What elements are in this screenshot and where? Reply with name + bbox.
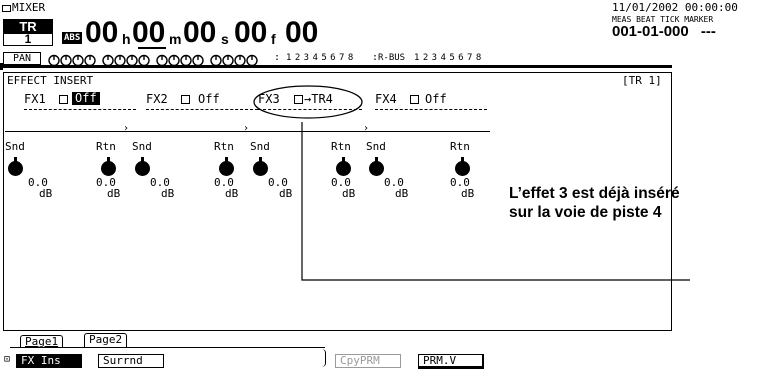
level-unit: dB <box>225 187 239 200</box>
annotation-text: L’effet 3 est déjà inséré sur la voie de… <box>509 184 769 222</box>
tc-m-unit: m <box>169 31 182 47</box>
tc-minutes: 00 <box>132 16 166 49</box>
fx3-send-knob[interactable] <box>253 157 268 176</box>
track-digits: 1 2 3 4 5 6 7 8 <box>286 53 353 63</box>
tab-page2-label: Page2 <box>89 333 123 346</box>
track-value-box: 1 <box>3 33 53 46</box>
fx-slot-2[interactable]: FX2 Off <box>146 92 258 114</box>
fx2-send-column: Snd 0.0 dB <box>132 141 184 201</box>
level-unit: dB <box>39 187 53 200</box>
tab-page2[interactable]: Page2 <box>84 333 128 348</box>
timecode-underline <box>138 47 166 49</box>
rtn-label: Rtn <box>96 140 116 153</box>
annotation-line-2: sur la voie de piste 4 <box>509 204 662 221</box>
fx2-return-column: Rtn 0.0 dB <box>208 141 248 201</box>
snd-label: Snd <box>132 140 152 153</box>
position-value: 001-01-000 <box>612 23 689 40</box>
pan-label-box[interactable]: PAN <box>3 52 41 65</box>
surround-button[interactable]: Surrnd <box>98 354 164 368</box>
fx-slot-1[interactable]: FX1 Off <box>24 92 136 114</box>
fx2-underline <box>146 109 258 110</box>
function-page-icon: ⊡ <box>4 354 11 365</box>
snd-label: Snd <box>250 140 270 153</box>
pan-knobs-row <box>48 52 268 71</box>
fx1-underline <box>24 109 136 110</box>
copy-param-button[interactable]: CpyPRM <box>335 354 401 368</box>
header-rule <box>0 65 672 68</box>
tc-h-unit: h <box>122 31 131 47</box>
fx2-return-knob[interactable] <box>219 157 234 176</box>
annotation-line-1: L’effet 3 est déjà inséré <box>509 185 680 202</box>
position-readout: 001-01-000 --- <box>612 24 716 40</box>
arrow-mark-2: › <box>243 123 250 134</box>
rbus-label: R-BUS <box>378 53 406 63</box>
level-unit: dB <box>107 187 121 200</box>
rtn-label: Rtn <box>214 140 234 153</box>
tc-hours: 00 <box>85 16 119 49</box>
tc-subframes: 00 <box>285 16 319 49</box>
fx1-value: Off <box>72 92 100 105</box>
fx1-send-knob[interactable] <box>8 157 23 176</box>
fx2-name: FX2 <box>146 92 168 106</box>
fx2-send-knob[interactable] <box>135 157 150 176</box>
pan-label: PAN <box>12 53 32 64</box>
pan-divider: : <box>274 52 281 63</box>
param-view-button[interactable]: PRM.V <box>418 354 484 369</box>
fx1-return-knob[interactable] <box>101 157 116 176</box>
marker-value: --- <box>700 23 716 40</box>
fx1-checkbox-icon <box>59 95 68 104</box>
tc-s-unit: s <box>221 31 229 47</box>
fx2-value: Off <box>198 92 220 106</box>
fx1-name: FX1 <box>24 92 46 106</box>
arrow-mark-1: › <box>123 123 130 134</box>
footer-rule <box>10 347 325 348</box>
tc-seconds: 00 <box>183 16 217 49</box>
tc-f-unit: f <box>271 31 276 47</box>
track-value: 1 <box>24 32 32 46</box>
header-rule-cap <box>0 63 3 70</box>
fx-ins-button[interactable]: FX Ins <box>16 354 82 368</box>
mixer-label: MIXER <box>12 1 46 14</box>
abs-badge: ABS <box>62 32 83 44</box>
fx1-send-column: Snd 0.0 dB <box>5 141 57 201</box>
rbus-digits: 1 2 3 4 5 6 7 8 <box>414 53 481 63</box>
track-tag: [TR 1] <box>622 74 662 87</box>
level-unit: dB <box>161 187 175 200</box>
date-time: 11/01/2002 00:00:00 <box>612 1 738 14</box>
fx2-checkbox-icon <box>181 95 190 104</box>
tc-frames: 00 <box>234 16 268 49</box>
footer-bracket <box>322 349 326 367</box>
mixer-box-icon <box>2 5 11 12</box>
fx1-return-column: Rtn 0.0 dB <box>90 141 130 201</box>
snd-label: Snd <box>5 140 25 153</box>
panel-title: EFFECT INSERT <box>7 74 94 87</box>
